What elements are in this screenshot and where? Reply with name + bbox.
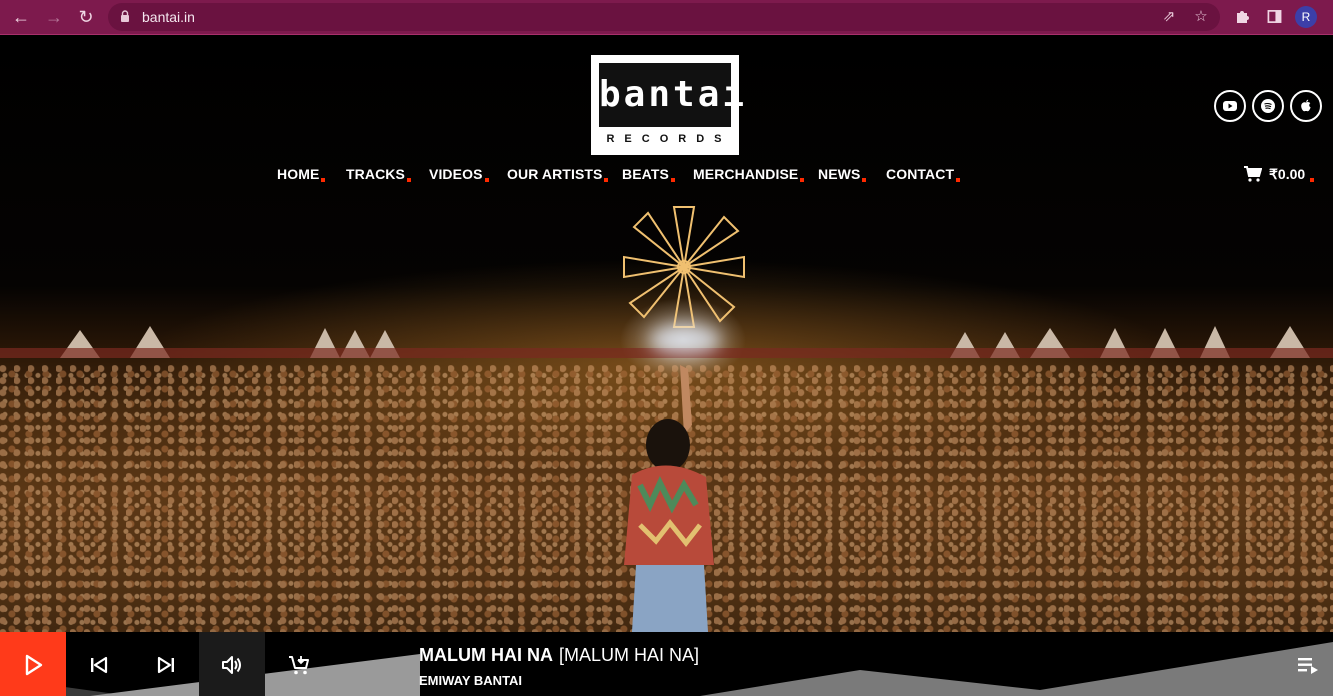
nav-videos[interactable]: VIDEOS — [429, 166, 488, 182]
lock-icon — [121, 10, 129, 22]
nav-home[interactable]: HOME — [277, 166, 326, 182]
browser-toolbar: ← → ↻ bantai.in ⇗ ☆ R — [0, 0, 1333, 35]
url-text: bantai.in — [142, 9, 195, 25]
stage-light — [650, 325, 720, 355]
forward-icon[interactable]: → — [42, 5, 66, 29]
previous-track-button[interactable] — [66, 632, 132, 696]
track-subtitle: [MALUM HAI NA] — [558, 645, 700, 665]
reload-icon[interactable]: ↻ — [74, 5, 98, 29]
nav-tracks[interactable]: TRACKS — [346, 166, 411, 182]
logo-wordmark: bantai — [599, 63, 744, 127]
bookmark-star-icon[interactable]: ☆ — [1192, 8, 1210, 26]
logo-subtitle: RECORDS — [606, 133, 732, 145]
nav-contact[interactable]: CONTACT — [886, 166, 961, 182]
apple-music-link[interactable] — [1290, 90, 1322, 122]
skip-previous-icon — [91, 656, 108, 674]
youtube-link[interactable] — [1214, 90, 1246, 122]
side-panel-icon[interactable] — [1263, 6, 1285, 28]
performer-image — [624, 365, 714, 665]
apple-icon — [1301, 99, 1311, 112]
spotify-icon — [1261, 99, 1275, 113]
profile-avatar[interactable]: R — [1295, 6, 1317, 28]
playlist-icon[interactable] — [1296, 654, 1320, 676]
nav-merchandise[interactable]: MERCHANDISE — [693, 166, 805, 182]
spotify-link[interactable] — [1252, 90, 1284, 122]
extensions-puzzle-icon[interactable] — [1231, 6, 1253, 28]
address-bar[interactable]: bantai.in ⇗ ☆ — [108, 3, 1220, 31]
buy-track-button[interactable] — [266, 632, 332, 696]
volume-icon — [222, 656, 241, 674]
volume-button[interactable] — [199, 632, 265, 696]
back-icon[interactable]: ← — [9, 5, 33, 29]
skip-next-icon — [157, 656, 174, 674]
main-navigation: HOME TRACKS VIDEOS OUR ARTISTS BEATS MER… — [0, 166, 1333, 188]
cart-icon — [1244, 166, 1262, 182]
nav-news[interactable]: NEWS — [818, 166, 867, 182]
nav-our-artists[interactable]: OUR ARTISTS — [507, 166, 610, 182]
shopping-cart-icon — [289, 656, 309, 675]
now-playing-title: MALUM HAI NA [MALUM HAI NA] — [419, 645, 699, 666]
now-playing-artist[interactable]: EMIWAY BANTAI — [419, 673, 522, 688]
track-title: MALUM HAI NA — [419, 645, 553, 665]
play-button[interactable] — [0, 632, 66, 696]
youtube-icon — [1223, 101, 1237, 111]
cart-total: ₹0.00 — [1269, 166, 1306, 182]
page: bantai RECORDS HOME TRACKS VIDEOS OUR AR… — [0, 35, 1333, 696]
nav-beats[interactable]: BEATS — [622, 166, 675, 182]
play-icon — [25, 654, 43, 676]
next-track-button[interactable] — [133, 632, 199, 696]
site-logo[interactable]: bantai RECORDS — [591, 55, 744, 155]
audio-player: MALUM HAI NA [MALUM HAI NA] EMIWAY BANTAI — [0, 632, 1333, 696]
share-icon[interactable]: ⇗ — [1160, 8, 1178, 26]
ferris-wheel-image — [623, 206, 745, 328]
